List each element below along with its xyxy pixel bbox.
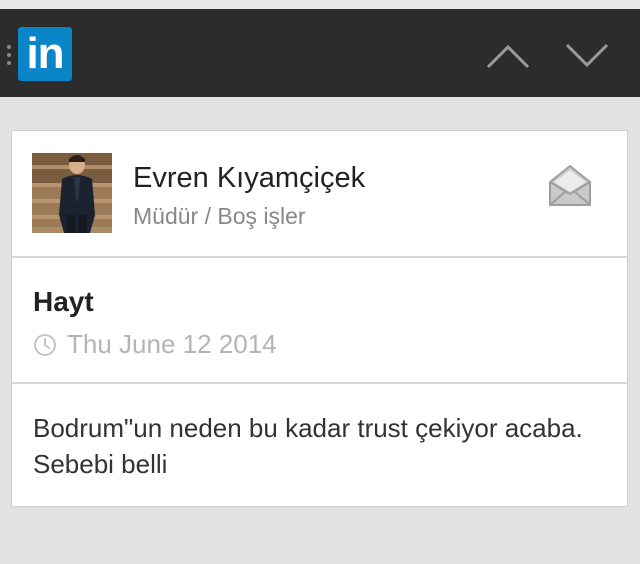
post-body: Bodrum"un neden bu kadar trust çekiyor a… <box>12 384 627 506</box>
envelope-icon[interactable] <box>548 162 592 208</box>
chevron-down-icon[interactable] <box>564 37 610 73</box>
status-strip <box>0 0 640 9</box>
profile-title: Müdür / Boş işler <box>133 203 306 229</box>
chevron-up-icon[interactable] <box>485 37 531 73</box>
linkedin-logo[interactable]: in <box>18 27 72 81</box>
post-text: Bodrum"un neden bu kadar trust çekiyor a… <box>33 413 583 479</box>
top-navbar: in <box>0 9 640 97</box>
post-header: Hayt Thu June 12 2014 <box>12 258 627 382</box>
profile-section[interactable]: Evren Kıyamçiçek Müdür / Boş işler <box>12 131 627 256</box>
post-date: Thu June 12 2014 <box>67 329 277 359</box>
post-card: Evren Kıyamçiçek Müdür / Boş işler Hayt … <box>11 130 628 507</box>
drag-handle-icon[interactable] <box>7 45 11 65</box>
profile-name[interactable]: Evren Kıyamçiçek <box>133 162 365 195</box>
avatar[interactable] <box>32 153 112 233</box>
post-title: Hayt <box>33 286 94 317</box>
clock-icon <box>34 334 56 356</box>
